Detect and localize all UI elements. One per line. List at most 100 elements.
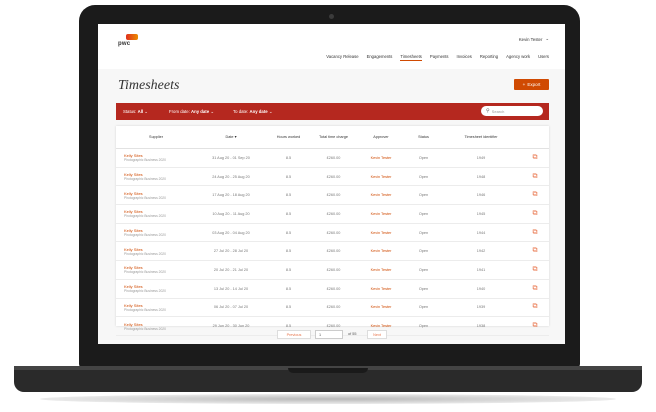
charge-cell: £260.00 — [311, 204, 356, 224]
edit-icon[interactable]: ⧉ — [533, 173, 538, 180]
supplier-cell: Kelly Sites Photographic Business 2020 — [116, 260, 196, 280]
status-filter[interactable]: Status: All ⌄ — [123, 109, 148, 115]
logo-text: pwc — [118, 41, 131, 47]
edit-icon[interactable]: ⧉ — [533, 210, 538, 217]
col-identifier[interactable]: Timesheet identifier — [441, 126, 521, 149]
approver-cell[interactable]: Kevin Tester — [356, 167, 406, 187]
to-date-filter[interactable]: To date: Any date ⌄ — [233, 109, 272, 115]
search-input[interactable] — [491, 108, 540, 114]
next-button[interactable]: Next — [367, 330, 387, 339]
table-row[interactable]: Kelly Sites Photographic Business 2020 10 … — [116, 204, 549, 224]
charge-cell: £260.00 — [311, 241, 356, 262]
supplier-engagement: Photographic Business 2020 — [124, 195, 166, 200]
edit-icon[interactable]: ⧉ — [533, 191, 538, 198]
approver-cell[interactable]: Kevin Tester — [356, 260, 406, 280]
action-cell: ⧉ — [521, 204, 549, 224]
identifier-cell: 1944 — [441, 223, 521, 243]
supplier-engagement: Photographic Business 2020 — [124, 251, 166, 256]
supplier-engagement: Photographic Business 2020 — [124, 270, 166, 275]
approver-cell[interactable]: Kevin Tester — [356, 241, 406, 262]
search-box: ⚲ — [481, 106, 543, 116]
date-cell: 24 Aug 20 - 25 Aug 20 — [196, 167, 266, 187]
status-cell: Open — [406, 298, 441, 318]
export-button[interactable]: + Export — [514, 79, 549, 90]
approver-cell[interactable]: Kevin Tester — [356, 148, 406, 168]
action-cell: ⧉ — [521, 148, 549, 168]
timesheets-table: Supplier Date ▾ Hours worked Total time … — [116, 126, 549, 336]
approver-cell[interactable]: Kevin Tester — [356, 204, 406, 224]
charge-cell: £260.00 — [311, 148, 356, 168]
nav-agency-work[interactable]: Agency work — [506, 54, 530, 61]
webcam — [329, 14, 334, 19]
date-cell: 31 Aug 20 - 01 Sep 20 — [196, 148, 266, 168]
status-cell: Open — [406, 260, 441, 280]
charge-cell: £260.00 — [311, 279, 356, 299]
col-approver[interactable]: Approver — [356, 126, 406, 149]
edit-icon[interactable]: ⧉ — [533, 285, 538, 292]
table-row[interactable]: Kelly Sites Photographic Business 2020 27 … — [116, 241, 549, 262]
col-charge[interactable]: Total time charge — [311, 126, 356, 149]
page-count: of 55 — [348, 332, 357, 336]
date-cell: 20 Jul 20 - 21 Jul 20 — [196, 260, 266, 280]
supplier-engagement: Photographic Business 2020 — [124, 177, 166, 182]
nav-vacancy-release[interactable]: Vacancy Release — [326, 54, 358, 61]
edit-icon[interactable]: ⧉ — [533, 322, 538, 329]
edit-icon[interactable]: ⧉ — [533, 154, 538, 161]
nav-engagements[interactable]: Engagements — [367, 54, 393, 61]
col-date[interactable]: Date ▾ — [196, 126, 266, 149]
charge-cell: £260.00 — [311, 167, 356, 187]
previous-button[interactable]: Previous — [277, 330, 311, 339]
user-menu[interactable]: Kevin Tester ⌄ — [519, 36, 549, 42]
date-cell: 03 Aug 20 - 04 Aug 20 — [196, 223, 266, 243]
date-cell: 13 Jul 20 - 14 Jul 20 — [196, 279, 266, 299]
charge-cell: £260.00 — [311, 223, 356, 243]
identifier-cell: 1948 — [441, 167, 521, 187]
page-number-input[interactable]: 1 — [315, 330, 343, 339]
table-row[interactable]: Kelly Sites Photographic Business 2020 13 … — [116, 279, 549, 299]
pwc-logo[interactable]: pwc — [118, 34, 142, 50]
col-status[interactable]: Status — [406, 126, 441, 149]
edit-icon[interactable]: ⧉ — [533, 229, 538, 236]
from-date-filter[interactable]: From date: Any date ⌄ — [169, 109, 214, 115]
table-row[interactable]: Kelly Sites Photographic Business 2020 03 … — [116, 223, 549, 243]
col-supplier[interactable]: Supplier — [116, 126, 196, 149]
chevron-down-icon: ⌄ — [545, 36, 549, 41]
laptop-notch — [288, 368, 368, 373]
table-row[interactable]: Kelly Sites Photographic Business 2020 17 … — [116, 185, 549, 206]
logo-mark — [126, 34, 138, 40]
approver-cell[interactable]: Kevin Tester — [356, 298, 406, 318]
approver-cell[interactable]: Kevin Tester — [356, 223, 406, 243]
edit-icon[interactable]: ⧉ — [533, 266, 538, 273]
nav-reporting[interactable]: Reporting — [480, 54, 498, 61]
filter-bar: Status: All ⌄ From date: Any date ⌄ To d… — [116, 103, 549, 120]
timesheets-table-card: Supplier Date ▾ Hours worked Total time … — [116, 126, 549, 336]
identifier-cell: 1942 — [441, 241, 521, 262]
page-title: Timesheets — [118, 78, 180, 93]
edit-icon[interactable]: ⧉ — [533, 247, 538, 254]
supplier-cell: Kelly Sites Photographic Business 2020 — [116, 204, 196, 224]
identifier-cell: 1941 — [441, 260, 521, 280]
table-row[interactable]: Kelly Sites Photographic Business 2020 31 … — [116, 148, 549, 168]
edit-icon[interactable]: ⧉ — [533, 303, 538, 310]
identifier-cell: 1946 — [441, 185, 521, 206]
approver-cell[interactable]: Kevin Tester — [356, 185, 406, 206]
laptop-shadow — [40, 394, 616, 404]
nav-payments[interactable]: Payments — [430, 54, 449, 61]
col-hours[interactable]: Hours worked — [266, 126, 311, 149]
nav-users[interactable]: Users — [538, 54, 549, 61]
nav-invoices[interactable]: Invoices — [457, 54, 472, 61]
table-row[interactable]: Kelly Sites Photographic Business 2020 20 … — [116, 260, 549, 280]
table-row[interactable]: Kelly Sites Photographic Business 2020 06 … — [116, 298, 549, 318]
nav-timesheets[interactable]: Timesheets — [400, 54, 422, 61]
supplier-engagement: Photographic Business 2020 — [124, 289, 166, 294]
table-row[interactable]: Kelly Sites Photographic Business 2020 24 … — [116, 167, 549, 187]
action-cell: ⧉ — [521, 260, 549, 280]
user-name: Kevin Tester — [518, 36, 543, 42]
plus-icon: + — [522, 82, 526, 87]
supplier-cell: Kelly Sites Photographic Business 2020 — [116, 148, 196, 168]
export-label: Export — [527, 82, 541, 87]
chevron-down-icon: ⌄ — [268, 109, 273, 114]
charge-cell: £260.00 — [311, 298, 356, 318]
hours-cell: 8.5 — [266, 260, 311, 280]
approver-cell[interactable]: Kevin Tester — [356, 279, 406, 299]
